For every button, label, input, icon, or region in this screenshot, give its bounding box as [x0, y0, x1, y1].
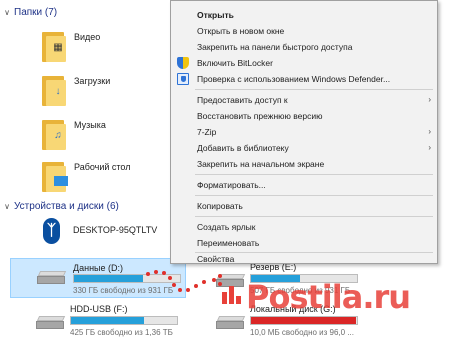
folder-video[interactable]: ▦ Видео — [38, 28, 178, 68]
hard-drive-icon — [36, 316, 66, 330]
menu-item-pin-quick-access[interactable]: Закрепить на панели быстрого доступа — [171, 39, 437, 55]
drive-free-space: 425 ГБ свободно из 1,36 ТБ — [70, 328, 173, 337]
drive-usage-bar — [70, 316, 178, 325]
menu-item-7zip[interactable]: 7-Zip › — [171, 124, 437, 140]
drive-usage-bar — [250, 316, 358, 325]
folders-header-label: Папки (7) — [14, 6, 58, 18]
menu-item-create-shortcut[interactable]: Создать ярлык — [171, 219, 437, 235]
menu-item-label: Открыть в новом окне — [197, 26, 285, 36]
windows-defender-icon — [177, 73, 189, 85]
menu-item-label: Закрепить на панели быстрого доступа — [197, 42, 353, 52]
hard-drive-icon — [216, 316, 246, 330]
menu-item-label: Форматировать... — [197, 180, 266, 190]
menu-item-properties[interactable]: Свойства — [171, 251, 437, 267]
chevron-down-icon[interactable]: ∨ — [0, 8, 14, 17]
watermark-logo — [222, 284, 242, 304]
menu-item-pin-start[interactable]: Закрепить на начальном экране — [171, 156, 437, 172]
menu-item-label: Включить BitLocker — [197, 58, 273, 68]
drive-name: HDD-USB (F:) — [70, 304, 128, 314]
submenu-arrow-icon: › — [428, 127, 431, 136]
desktop-folder-icon — [42, 160, 68, 194]
menu-item-label: Предоставить доступ к — [197, 95, 288, 105]
folder-label: Музыка — [74, 120, 106, 130]
menu-item-open-new-window[interactable]: Открыть в новом окне — [171, 23, 437, 39]
folder-desktop[interactable]: Рабочий стол — [38, 158, 178, 198]
menu-item-label: 7-Zip — [197, 127, 217, 137]
submenu-arrow-icon: › — [428, 95, 431, 104]
folder-label: Загрузки — [74, 76, 111, 86]
menu-item-label: Добавить в библиотеку — [197, 143, 289, 153]
menu-item-bitlocker[interactable]: Включить BitLocker — [171, 55, 437, 71]
drive-name: Данные (D:) — [73, 263, 124, 273]
menu-item-label: Копировать — [197, 201, 243, 211]
menu-item-copy[interactable]: Копировать — [171, 198, 437, 214]
context-menu: Открыть Открыть в новом окне Закрепить н… — [170, 0, 438, 264]
hard-drive-icon — [37, 271, 67, 285]
menu-separator — [195, 89, 433, 90]
music-folder-icon: ♫ — [42, 118, 68, 152]
video-folder-icon: ▦ — [42, 30, 68, 64]
watermark: Postila.ru — [246, 278, 411, 316]
menu-item-label: Проверка с использованием Windows Defend… — [197, 74, 391, 84]
folder-music[interactable]: ♫ Музыка — [38, 116, 178, 156]
menu-item-restore-previous[interactable]: Восстановить прежнюю версию — [171, 108, 437, 124]
annotation-arrow — [140, 262, 230, 302]
menu-item-label: Закрепить на начальном экране — [197, 159, 325, 169]
menu-item-label: Открыть — [197, 10, 234, 20]
menu-item-give-access[interactable]: Предоставить доступ к › — [171, 92, 437, 108]
folder-downloads[interactable]: ↓ Загрузки — [38, 72, 178, 112]
folder-label: Рабочий стол — [74, 162, 131, 172]
menu-item-label: Восстановить прежнюю версию — [197, 111, 323, 121]
menu-item-defender-scan[interactable]: Проверка с использованием Windows Defend… — [171, 71, 437, 87]
menu-separator — [195, 174, 433, 175]
folder-label: Видео — [74, 32, 101, 42]
menu-separator — [195, 195, 433, 196]
bluetooth-device[interactable]: ᛉ — [40, 218, 64, 244]
menu-item-rename[interactable]: Переименовать — [171, 235, 437, 251]
menu-item-add-to-library[interactable]: Добавить в библиотеку › — [171, 140, 437, 156]
menu-item-open[interactable]: Открыть — [171, 7, 437, 23]
bluetooth-icon: ᛉ — [43, 218, 60, 244]
menu-item-label: Переименовать — [197, 238, 260, 248]
menu-item-format[interactable]: Форматировать... — [171, 177, 437, 193]
menu-separator — [195, 216, 433, 217]
device-label[interactable]: DESKTOP-95QTLTV — [73, 225, 157, 235]
bitlocker-shield-icon — [177, 57, 189, 69]
devices-header-label: Устройства и диски (6) — [14, 200, 119, 212]
chevron-down-icon[interactable]: ∨ — [0, 202, 14, 211]
menu-item-label: Свойства — [197, 254, 235, 264]
menu-item-label: Создать ярлык — [197, 222, 256, 232]
devices-group-header[interactable]: ∨ Устройства и диски (6) — [0, 198, 119, 214]
folders-group-header[interactable]: ∨ Папки (7) — [0, 4, 57, 20]
drive-free-space: 10,0 МБ свободно из 96,0 ... — [250, 328, 354, 337]
downloads-folder-icon: ↓ — [42, 74, 68, 108]
drive-f[interactable]: HDD-USB (F:) 425 ГБ свободно из 1,36 ТБ — [36, 304, 216, 342]
submenu-arrow-icon: › — [428, 143, 431, 152]
